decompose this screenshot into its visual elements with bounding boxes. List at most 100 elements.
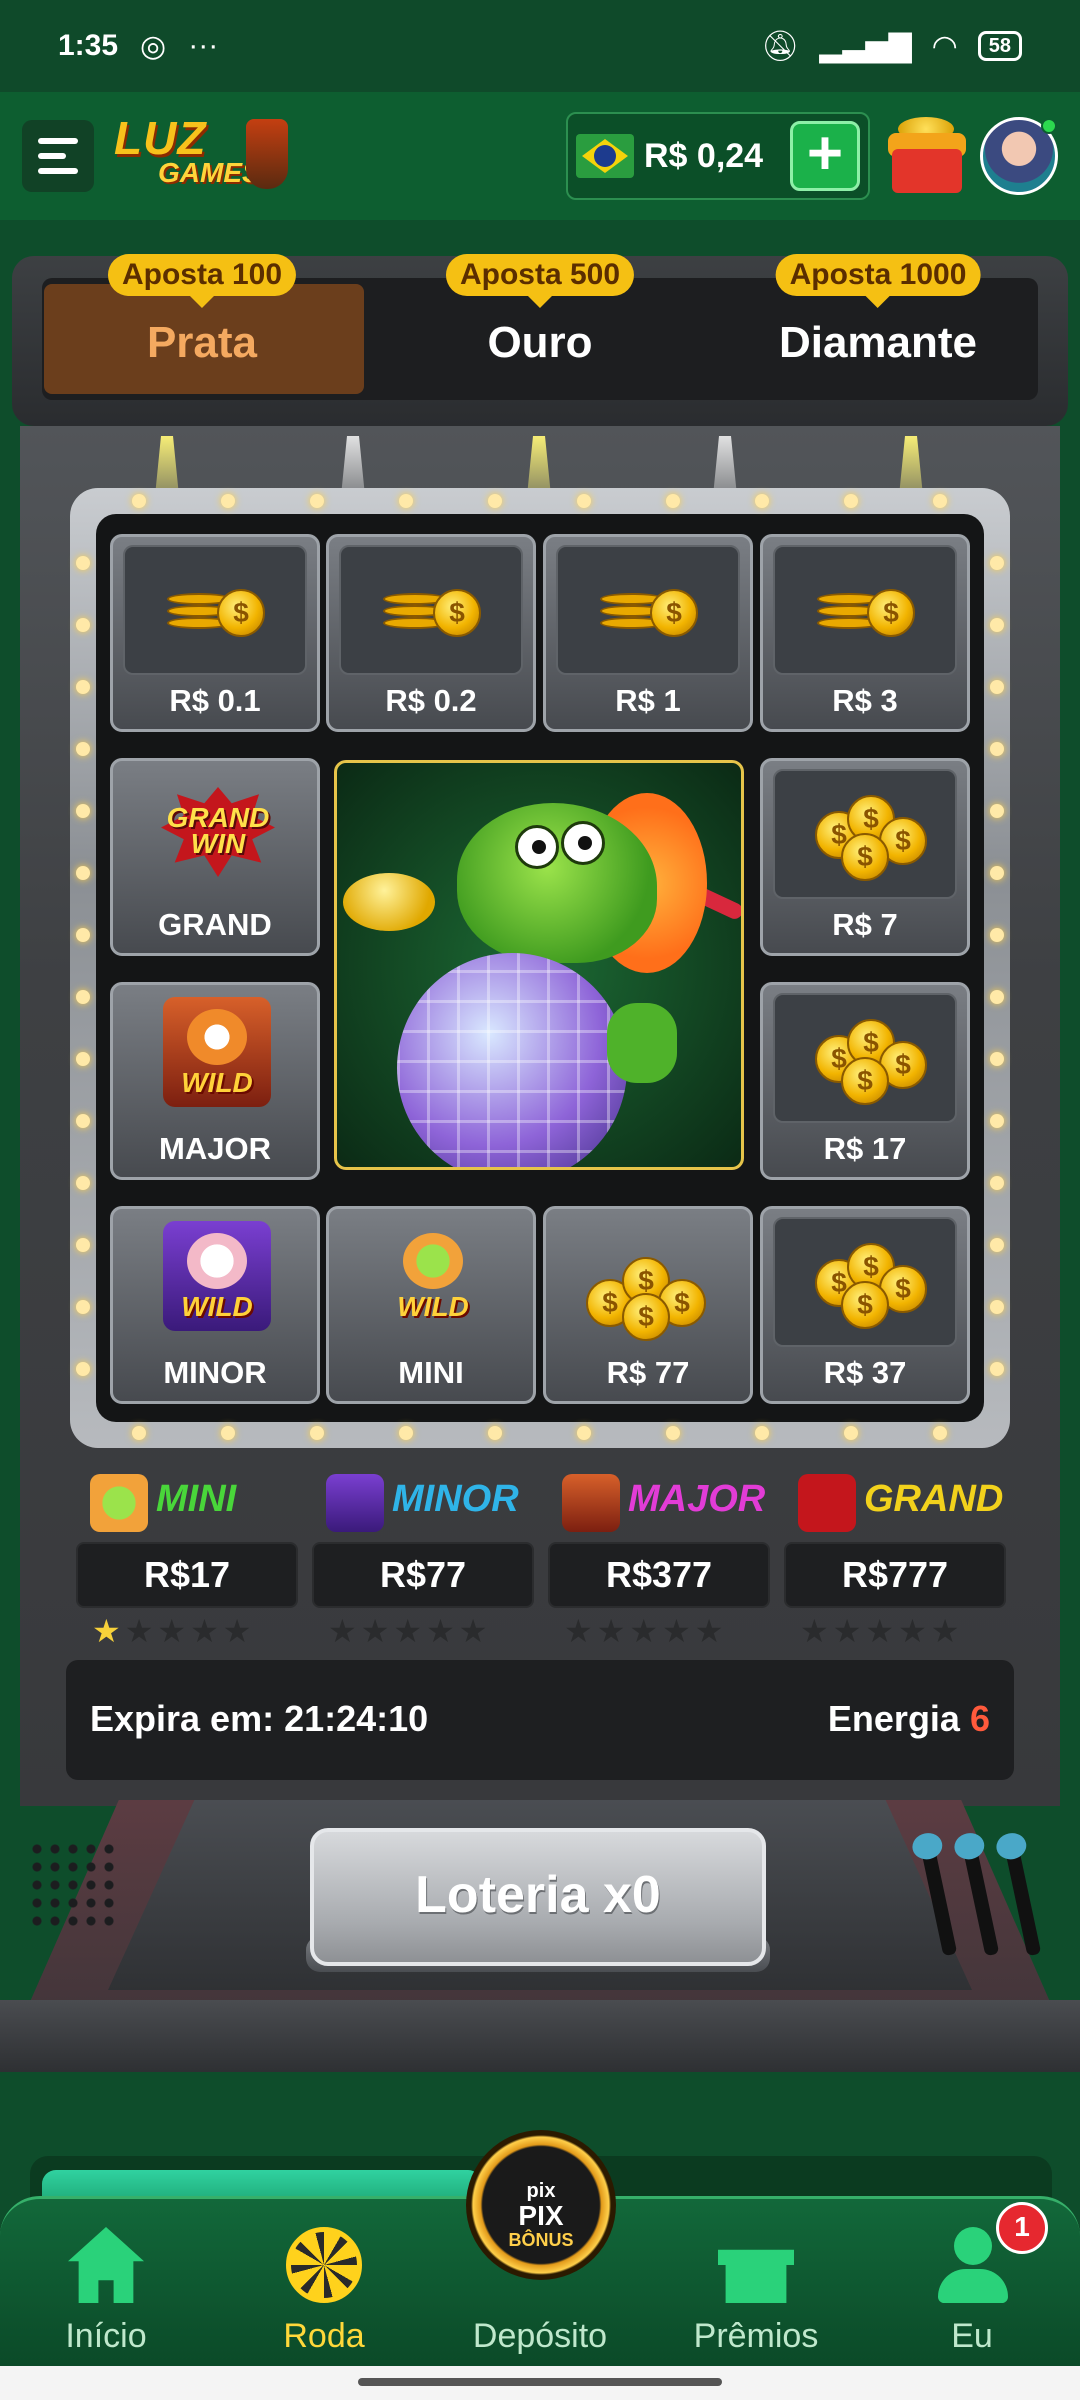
- marquee-bulb: [990, 556, 1004, 570]
- dollar-coin: $: [650, 589, 698, 637]
- nav-item-inicio[interactable]: Início: [6, 2199, 206, 2369]
- jackpot-stars: ★★★★★: [564, 1612, 764, 1649]
- add-funds-button[interactable]: +: [790, 121, 860, 191]
- jackpot-stars: ★★★★★: [92, 1612, 292, 1649]
- chrome-icon: ◎: [140, 29, 167, 63]
- jackpot-name: MAJOR: [628, 1478, 766, 1520]
- lever: [1004, 1845, 1042, 1957]
- wild-text: WILD: [181, 1067, 253, 1098]
- more-dots-icon: ···: [188, 29, 219, 62]
- jackpot-major: MAJOR R$377 ★★★★★: [548, 1466, 770, 1649]
- marquee-bulb: [399, 494, 413, 508]
- wifi-icon: ◠: [931, 29, 958, 63]
- dollar-coin: $: [622, 1293, 670, 1341]
- coins-icon: $: [556, 545, 740, 675]
- marquee-bulb: [310, 1426, 324, 1440]
- marquee-bulb: [76, 1176, 90, 1190]
- status-bar: 1:35 ◎ ··· 🔕︎ ▂▃▅▇ ◠ 58: [0, 0, 1080, 92]
- prize-label: R$ 1: [615, 683, 681, 718]
- prize-label: R$ 0.2: [385, 683, 477, 718]
- info-bar: Expira em: 21:24:10 Energia 6: [66, 1660, 1014, 1780]
- lever: [962, 1845, 1000, 1957]
- energy-value: 6: [969, 1698, 990, 1739]
- marquee-bulb: [990, 804, 1004, 818]
- prize-label: MINOR: [163, 1355, 267, 1390]
- status-right-icons: 🔕︎ ▂▃▅▇ ◠ 58: [761, 29, 1022, 64]
- nav-item-roda[interactable]: Roda: [224, 2199, 424, 2369]
- luz-games-logo[interactable]: LUZ GAMES: [114, 111, 294, 201]
- jackpot-grand: GRAND R$777 ★★★★★: [784, 1466, 1006, 1649]
- tab-diamante[interactable]: Aposta 1000 Diamante: [718, 254, 1038, 400]
- signal-icon: ▂▃▅▇: [819, 29, 912, 63]
- prize-label: R$ 37: [823, 1355, 907, 1390]
- jackpot-header: MINI: [76, 1466, 298, 1536]
- disco-ball: [397, 953, 627, 1167]
- app-header: LUZ GAMES R$ 0,24 +: [0, 92, 1080, 220]
- dollar-coin: $: [841, 1281, 889, 1329]
- menu-icon-line: [38, 138, 78, 144]
- dollar-coin: $: [841, 833, 889, 881]
- tiger-face: [187, 1009, 247, 1065]
- marquee-bulb: [76, 1114, 90, 1128]
- marquee-bulb: [488, 1426, 502, 1440]
- dragon-thumb: [607, 1003, 677, 1083]
- wild-text: WILD: [181, 1291, 253, 1322]
- treasure-gift-icon[interactable]: [884, 113, 970, 199]
- marquee-bulb: [76, 804, 90, 818]
- nav-item-premios[interactable]: Prêmios: [656, 2199, 856, 2369]
- home-indicator-bar[interactable]: [358, 2378, 722, 2386]
- jackpot-stars: ★★★★★: [328, 1612, 528, 1649]
- wild-text: WILD: [397, 1291, 469, 1322]
- prize-label: R$ 0.1: [169, 683, 261, 718]
- home-icon: [68, 2227, 144, 2303]
- marquee-bulb: [990, 1176, 1004, 1190]
- dollar-coin: $: [867, 589, 915, 637]
- marquee-bulb: [76, 1362, 90, 1376]
- prize-label: R$ 3: [832, 683, 898, 718]
- jackpot-value: R$77: [312, 1542, 534, 1608]
- prize-cell: WILD MINOR: [110, 1206, 320, 1404]
- marquee-bulb: [310, 494, 324, 508]
- marquee-bulb: [76, 1052, 90, 1066]
- prize-cell: $ $ $ $ R$ 77: [543, 1206, 753, 1404]
- prize-cell: $ $ $ $ R$ 7: [760, 758, 970, 956]
- menu-button[interactable]: [22, 120, 94, 192]
- wild-dragon-icon: WILD: [379, 1221, 487, 1331]
- jackpot-name: MINOR: [392, 1478, 519, 1520]
- jackpot-value: R$17: [76, 1542, 298, 1608]
- coins-icon: $ $ $ $: [773, 769, 957, 899]
- marquee-bulb: [76, 618, 90, 632]
- dragon-face: [403, 1233, 463, 1289]
- tab-ouro[interactable]: Aposta 500 Ouro: [380, 254, 700, 400]
- pix-bonus-button[interactable]: pix PIX BÔNUS: [466, 2130, 616, 2280]
- balance-box[interactable]: R$ 0,24 +: [566, 112, 870, 200]
- jackpot-header: MINOR: [312, 1466, 534, 1536]
- dollar-coin: $: [217, 589, 265, 637]
- tab-prata[interactable]: Aposta 100 Prata: [42, 254, 364, 400]
- dragon-eye: [561, 821, 605, 865]
- nav-label: Roda: [283, 2317, 365, 2355]
- status-time: 1:35: [58, 29, 119, 62]
- marquee-bulb: [76, 1300, 90, 1314]
- levers-icon: [912, 1836, 1062, 1957]
- status-notification-icons: ◎ ···: [140, 29, 218, 64]
- marquee-bulb: [76, 556, 90, 570]
- expiry-timer: Expira em: 21:24:10: [90, 1698, 429, 1739]
- coins-icon: $ $ $ $: [773, 1217, 957, 1347]
- grand-win-icon: GRAND WIN: [153, 775, 283, 879]
- marquee-bulb: [990, 1362, 1004, 1376]
- grand-win-icon: [798, 1474, 856, 1532]
- gift-icon: [718, 2249, 794, 2303]
- marquee-bulb: [132, 494, 146, 508]
- marquee-bulb: [844, 1426, 858, 1440]
- marquee-bulb: [76, 990, 90, 1004]
- wild-rabbit-icon: WILD: [163, 1221, 271, 1331]
- marquee-bulb: [755, 1426, 769, 1440]
- user-avatar[interactable]: [980, 117, 1058, 195]
- jackpot-value: R$377: [548, 1542, 770, 1608]
- machine-floor: [0, 2000, 1080, 2072]
- coins-icon: $: [123, 545, 307, 675]
- lottery-button[interactable]: Loteria x0: [310, 1828, 766, 1966]
- tab-bet-badge: Aposta 500: [445, 254, 635, 308]
- menu-icon-line: [38, 168, 78, 174]
